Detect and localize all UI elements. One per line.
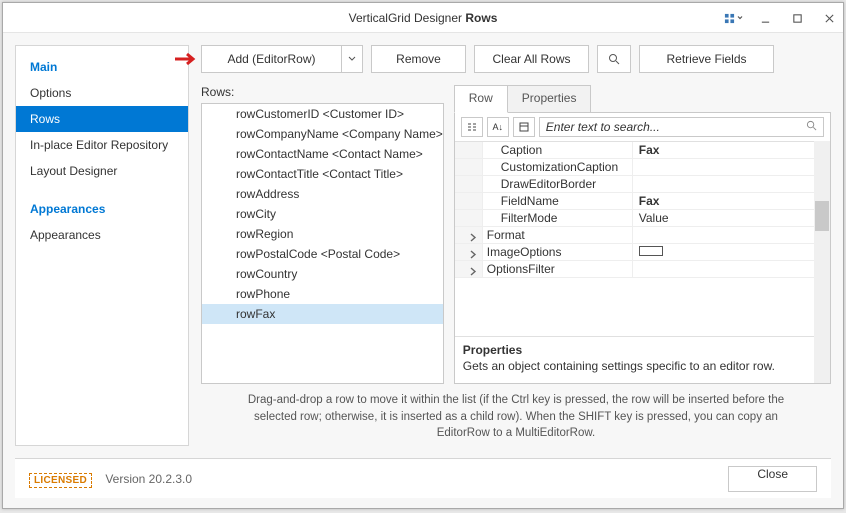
property-row[interactable]: DrawEditorBorder: [455, 176, 830, 193]
expand-icon[interactable]: [469, 265, 478, 274]
property-panel: Row Properties A↓ Enter text to search..…: [454, 85, 831, 384]
add-button-label[interactable]: Add (EditorRow): [201, 45, 341, 73]
property-row[interactable]: CaptionFax: [455, 142, 830, 159]
categorized-icon[interactable]: [461, 117, 483, 137]
property-name: DrawEditorBorder: [483, 176, 633, 192]
footer-left: LICENSED Version 20.2.3.0: [29, 472, 192, 486]
property-row[interactable]: CustomizationCaption: [455, 159, 830, 176]
property-name: OptionsFilter: [483, 261, 633, 277]
add-button[interactable]: Add (EditorRow): [201, 45, 363, 73]
tab-row[interactable]: Row: [454, 85, 508, 113]
search-button[interactable]: [597, 45, 631, 73]
remove-button[interactable]: Remove: [371, 45, 466, 73]
property-desc-title: Properties: [463, 343, 822, 357]
list-item[interactable]: rowCustomerID <Customer ID>: [202, 104, 443, 124]
property-search-input[interactable]: Enter text to search...: [539, 117, 824, 137]
expand-icon[interactable]: [469, 231, 478, 240]
licensed-badge: LICENSED: [29, 473, 92, 488]
search-icon: [806, 120, 817, 134]
sidebar-item[interactable]: In-place Editor Repository: [16, 132, 188, 158]
list-item[interactable]: rowAddress: [202, 184, 443, 204]
window-title: VerticalGrid Designer Rows: [349, 11, 498, 25]
rows-panel: Rows: rowCustomerID <Customer ID>rowComp…: [201, 85, 444, 384]
designer-window: VerticalGrid Designer Rows Main OptionsR…: [2, 2, 844, 509]
list-item[interactable]: rowContactTitle <Contact Title>: [202, 164, 443, 184]
grid-options-icon[interactable]: [721, 7, 745, 29]
property-row[interactable]: Format: [455, 227, 830, 244]
close-window-button[interactable]: [817, 7, 841, 29]
property-row[interactable]: FieldNameFax: [455, 193, 830, 210]
content-area: Main OptionsRowsIn-place Editor Reposito…: [3, 33, 843, 508]
property-name: FieldName: [483, 193, 633, 209]
property-toolbar: A↓ Enter text to search...: [455, 113, 830, 142]
property-name: Caption: [483, 142, 633, 158]
add-button-dropdown[interactable]: [341, 45, 363, 73]
list-item[interactable]: rowCountry: [202, 264, 443, 284]
rows-list[interactable]: rowCustomerID <Customer ID>rowCompanyNam…: [201, 103, 444, 384]
property-description: Properties Gets an object containing set…: [455, 336, 830, 383]
close-button[interactable]: Close: [728, 466, 817, 492]
list-item[interactable]: rowRegion: [202, 224, 443, 244]
maximize-button[interactable]: [785, 7, 809, 29]
property-grid[interactable]: CaptionFaxCustomizationCaptionDrawEditor…: [455, 142, 830, 336]
property-value[interactable]: [633, 245, 830, 259]
toolbar: Add (EditorRow) Remove Clear All Rows Re…: [201, 45, 831, 73]
list-item[interactable]: rowCity: [202, 204, 443, 224]
image-swatch: [639, 246, 663, 256]
property-body: A↓ Enter text to search... CaptionFaxCus…: [454, 112, 831, 384]
retrieve-fields-button[interactable]: Retrieve Fields: [639, 45, 774, 73]
title-context: Rows: [465, 11, 497, 25]
scrollbar-thumb[interactable]: [815, 201, 829, 231]
two-column: Rows: rowCustomerID <Customer ID>rowComp…: [201, 85, 831, 384]
minimize-button[interactable]: [753, 7, 777, 29]
tab-properties[interactable]: Properties: [507, 85, 592, 113]
window-controls: [721, 3, 841, 33]
sidebar-item[interactable]: Appearances: [16, 222, 188, 248]
property-desc-text: Gets an object containing settings speci…: [463, 359, 822, 373]
title-prefix: VerticalGrid Designer: [349, 11, 462, 25]
main-panel: Add (EditorRow) Remove Clear All Rows Re…: [201, 45, 831, 446]
annotation-arrow-icon: [175, 52, 201, 66]
list-item[interactable]: rowContactName <Contact Name>: [202, 144, 443, 164]
property-name: CustomizationCaption: [483, 159, 633, 175]
property-value[interactable]: Value: [633, 211, 830, 225]
footer: LICENSED Version 20.2.3.0 Close: [15, 458, 831, 498]
property-tabs: Row Properties: [454, 85, 831, 113]
property-value[interactable]: Fax: [633, 143, 830, 157]
scrollbar-track[interactable]: [814, 141, 830, 383]
titlebar: VerticalGrid Designer Rows: [3, 3, 843, 33]
property-row[interactable]: OptionsFilter: [455, 261, 830, 278]
version-label: Version 20.2.3.0: [105, 472, 192, 486]
property-row[interactable]: FilterModeValue: [455, 210, 830, 227]
sidebar-head-main: Main: [16, 52, 188, 80]
property-name: ImageOptions: [483, 244, 633, 260]
sidebar-item[interactable]: Rows: [16, 106, 188, 132]
sidebar-head-appearances: Appearances: [16, 194, 188, 222]
search-placeholder: Enter text to search...: [546, 120, 802, 134]
list-item[interactable]: rowPhone: [202, 284, 443, 304]
expand-icon[interactable]: [469, 248, 478, 257]
clear-all-rows-button[interactable]: Clear All Rows: [474, 45, 589, 73]
rows-label: Rows:: [201, 85, 444, 99]
property-name: Format: [483, 227, 633, 243]
list-item[interactable]: rowCompanyName <Company Name>: [202, 124, 443, 144]
property-row[interactable]: ImageOptions: [455, 244, 830, 261]
sidebar-item[interactable]: Options: [16, 80, 188, 106]
list-item[interactable]: rowFax: [202, 304, 443, 324]
alphabetical-icon[interactable]: A↓: [487, 117, 509, 137]
main-split: Main OptionsRowsIn-place Editor Reposito…: [3, 33, 843, 458]
sidebar-item[interactable]: Layout Designer: [16, 158, 188, 184]
property-name: FilterMode: [483, 210, 633, 226]
list-item[interactable]: rowPostalCode <Postal Code>: [202, 244, 443, 264]
sidebar: Main OptionsRowsIn-place Editor Reposito…: [15, 45, 189, 446]
property-pages-icon[interactable]: [513, 117, 535, 137]
hint-text: Drag-and-drop a row to move it within th…: [201, 384, 831, 446]
property-value[interactable]: Fax: [633, 194, 830, 208]
